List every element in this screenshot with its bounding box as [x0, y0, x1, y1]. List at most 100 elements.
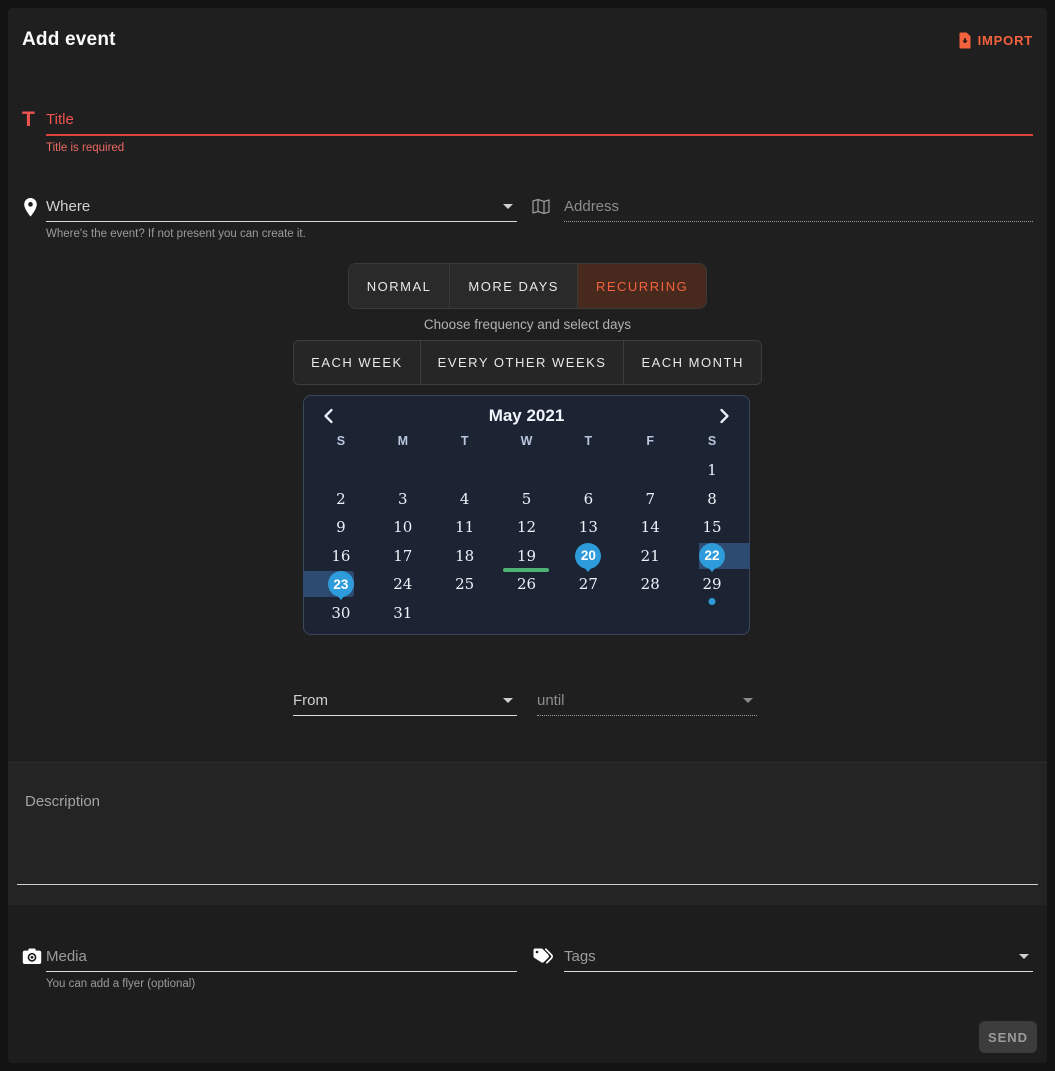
day-number: 27	[579, 575, 598, 593]
media-input[interactable]	[46, 946, 517, 971]
camera-icon	[22, 946, 46, 990]
calendar-day-26[interactable]: 26	[496, 570, 558, 599]
calendar-next-button[interactable]	[716, 406, 733, 426]
tags-select[interactable]: Tags	[564, 946, 1033, 972]
day-number: 11	[455, 518, 474, 536]
calendar-month-title: May 2021	[337, 406, 716, 426]
calendar-day-7[interactable]: 7	[619, 485, 681, 514]
chevron-right-icon	[718, 408, 731, 424]
frequency-option-each-week[interactable]: EACH WEEK	[294, 341, 421, 384]
calendar-day-9[interactable]: 9	[310, 513, 372, 542]
chevron-down-icon	[503, 698, 513, 703]
day-number: 31	[393, 604, 412, 622]
frequency-options: EACH WEEKEVERY OTHER WEEKSEACH MONTH	[293, 340, 762, 385]
until-select[interactable]: until	[537, 690, 757, 716]
event-type-tabs: NORMALMORE DAYSRECURRING	[348, 263, 707, 309]
send-button[interactable]: SEND	[979, 1021, 1037, 1053]
tab-normal[interactable]: NORMAL	[349, 264, 451, 308]
day-number: 29	[703, 575, 722, 593]
weekday-label: T	[557, 434, 619, 448]
calendar-day-25[interactable]: 25	[434, 570, 496, 599]
description-underline	[17, 884, 1038, 885]
day-number: 24	[393, 575, 412, 593]
tab-more-days[interactable]: MORE DAYS	[450, 264, 578, 308]
media-tags-row: You can add a flyer (optional) Tags	[22, 946, 1033, 990]
where-select-value: Where	[46, 198, 90, 215]
calendar-day-31[interactable]: 31	[372, 599, 434, 628]
day-number: 23	[328, 571, 354, 597]
calendar-day-29[interactable]: 29	[681, 570, 743, 599]
calendar-day-empty	[310, 456, 372, 485]
from-select-value: From	[293, 692, 328, 709]
frequency-option-every-other-weeks[interactable]: EVERY OTHER WEEKS	[421, 341, 625, 384]
until-select-value: until	[537, 692, 565, 709]
add-event-dialog: Add event IMPORT T Title is required	[8, 8, 1047, 1063]
where-select[interactable]: Where	[46, 196, 517, 222]
calendar-day-empty	[681, 599, 743, 628]
calendar-day-23[interactable]: 23	[310, 570, 372, 599]
file-import-icon	[957, 32, 973, 49]
calendar-day-6[interactable]: 6	[557, 485, 619, 514]
description-input[interactable]: Description	[8, 762, 1047, 905]
day-number: 1	[707, 461, 717, 479]
calendar-day-10[interactable]: 10	[372, 513, 434, 542]
calendar-day-12[interactable]: 12	[496, 513, 558, 542]
time-row: From until	[8, 690, 1047, 718]
calendar-day-24[interactable]: 24	[372, 570, 434, 599]
frequency-options-row: EACH WEEKEVERY OTHER WEEKSEACH MONTH	[8, 340, 1047, 385]
day-number: 8	[707, 490, 717, 508]
day-number: 5	[522, 490, 532, 508]
from-select[interactable]: From	[293, 690, 517, 716]
day-number: 16	[331, 547, 350, 565]
day-number: 19	[517, 547, 536, 565]
calendar-day-19[interactable]: 19	[496, 542, 558, 571]
calendar-day-1[interactable]: 1	[681, 456, 743, 485]
title-icon: T	[22, 109, 46, 136]
calendar-day-empty	[557, 599, 619, 628]
weekday-label: S	[310, 434, 372, 448]
calendar-day-8[interactable]: 8	[681, 485, 743, 514]
calendar-day-18[interactable]: 18	[434, 542, 496, 571]
calendar-day-16[interactable]: 16	[310, 542, 372, 571]
calendar-prev-button[interactable]	[320, 406, 337, 426]
day-number: 3	[398, 490, 408, 508]
calendar-day-15[interactable]: 15	[681, 513, 743, 542]
calendar-day-20[interactable]: 20	[557, 542, 619, 571]
calendar-day-14[interactable]: 14	[619, 513, 681, 542]
frequency-option-each-month[interactable]: EACH MONTH	[624, 341, 760, 384]
day-number: 7	[645, 490, 655, 508]
calendar-day-30[interactable]: 30	[310, 599, 372, 628]
calendar-day-2[interactable]: 2	[310, 485, 372, 514]
day-number: 21	[641, 547, 660, 565]
day-number: 10	[393, 518, 412, 536]
chevron-left-icon	[322, 408, 335, 424]
calendar-day-11[interactable]: 11	[434, 513, 496, 542]
title-input[interactable]	[46, 109, 1033, 134]
calendar-day-4[interactable]: 4	[434, 485, 496, 514]
calendar-day-17[interactable]: 17	[372, 542, 434, 571]
address-input[interactable]	[564, 196, 1033, 221]
chevron-down-icon	[1019, 954, 1029, 959]
day-number: 25	[455, 575, 474, 593]
weekday-label: S	[681, 434, 743, 448]
calendar-day-empty	[496, 599, 558, 628]
description-label: Description	[25, 793, 100, 810]
weekday-label: F	[619, 434, 681, 448]
map-icon	[532, 196, 564, 240]
import-button[interactable]: IMPORT	[957, 32, 1033, 49]
where-helper-text: Where's the event? If not present you ca…	[46, 228, 517, 240]
day-number: 12	[517, 518, 536, 536]
calendar-day-28[interactable]: 28	[619, 570, 681, 599]
weekday-label: W	[496, 434, 558, 448]
location-row: Where Where's the event? If not present …	[22, 196, 1033, 240]
calendar-day-5[interactable]: 5	[496, 485, 558, 514]
calendar-day-22[interactable]: 22	[681, 542, 743, 571]
calendar-day-3[interactable]: 3	[372, 485, 434, 514]
chevron-down-icon	[503, 204, 513, 209]
calendar-day-13[interactable]: 13	[557, 513, 619, 542]
calendar-day-empty	[557, 456, 619, 485]
title-error-message: Title is required	[46, 142, 1033, 154]
calendar-day-27[interactable]: 27	[557, 570, 619, 599]
tab-recurring[interactable]: RECURRING	[578, 264, 706, 308]
calendar-day-21[interactable]: 21	[619, 542, 681, 571]
